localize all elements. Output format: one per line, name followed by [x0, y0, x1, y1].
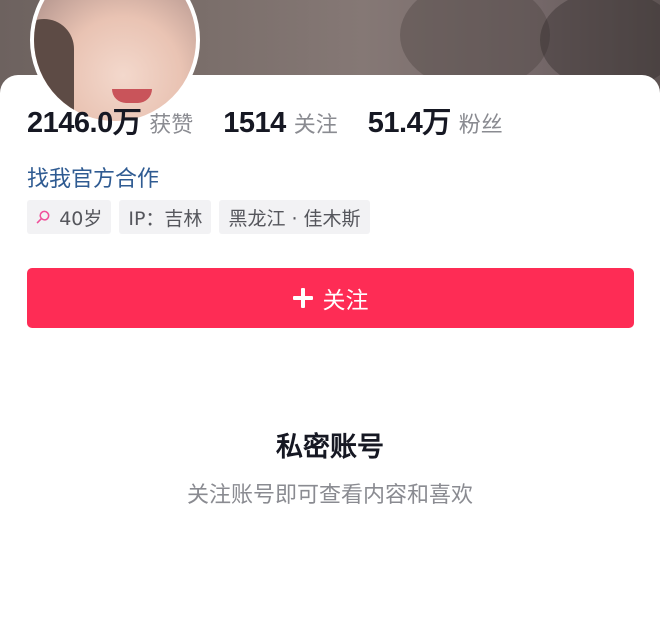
- tag-location: 黑龙江 · 佳木斯: [219, 200, 370, 234]
- tag-ip: IP：吉林: [119, 200, 212, 234]
- plus-icon: [292, 288, 313, 308]
- profile-page: 2146.0万 获赞 1514 关注 51.4万 粉丝 找我官方合作 ⚲ 40岁…: [0, 0, 660, 643]
- tag-ip-label: IP：吉林: [128, 207, 203, 230]
- profile-card: 2146.0万 获赞 1514 关注 51.4万 粉丝 找我官方合作 ⚲ 40岁…: [0, 0, 660, 643]
- business-contact-link[interactable]: 找我官方合作: [27, 161, 159, 193]
- stat-likes-value: 2146.0万: [27, 107, 142, 139]
- tag-age-label: 40岁: [59, 207, 103, 230]
- profile-tags: ⚲ 40岁 IP：吉林 黑龙江 · 佳木斯: [27, 200, 370, 234]
- follow-button-label: 关注: [322, 288, 369, 314]
- tag-age: ⚲ 40岁: [27, 200, 112, 234]
- female-icon: ⚲: [30, 204, 55, 230]
- stat-followers[interactable]: 51.4万 粉丝: [368, 99, 503, 141]
- tag-location-label: 黑龙江 · 佳木斯: [228, 207, 361, 230]
- stat-likes[interactable]: 2146.0万 获赞: [27, 99, 193, 141]
- stat-followers-label: 粉丝: [458, 113, 503, 138]
- private-account-title: 私密账号: [276, 432, 384, 463]
- private-account-subtitle: 关注账号即可查看内容和喜欢: [186, 483, 473, 508]
- profile-stats: 2146.0万 获赞 1514 关注 51.4万 粉丝: [27, 99, 533, 141]
- follow-button[interactable]: 关注: [27, 268, 634, 328]
- stat-likes-label: 获赞: [149, 113, 194, 138]
- stat-following-value: 1514: [223, 107, 286, 139]
- stat-following[interactable]: 1514 关注: [223, 107, 338, 140]
- stat-followers-value: 51.4万: [367, 107, 451, 139]
- stat-following-label: 关注: [293, 113, 338, 138]
